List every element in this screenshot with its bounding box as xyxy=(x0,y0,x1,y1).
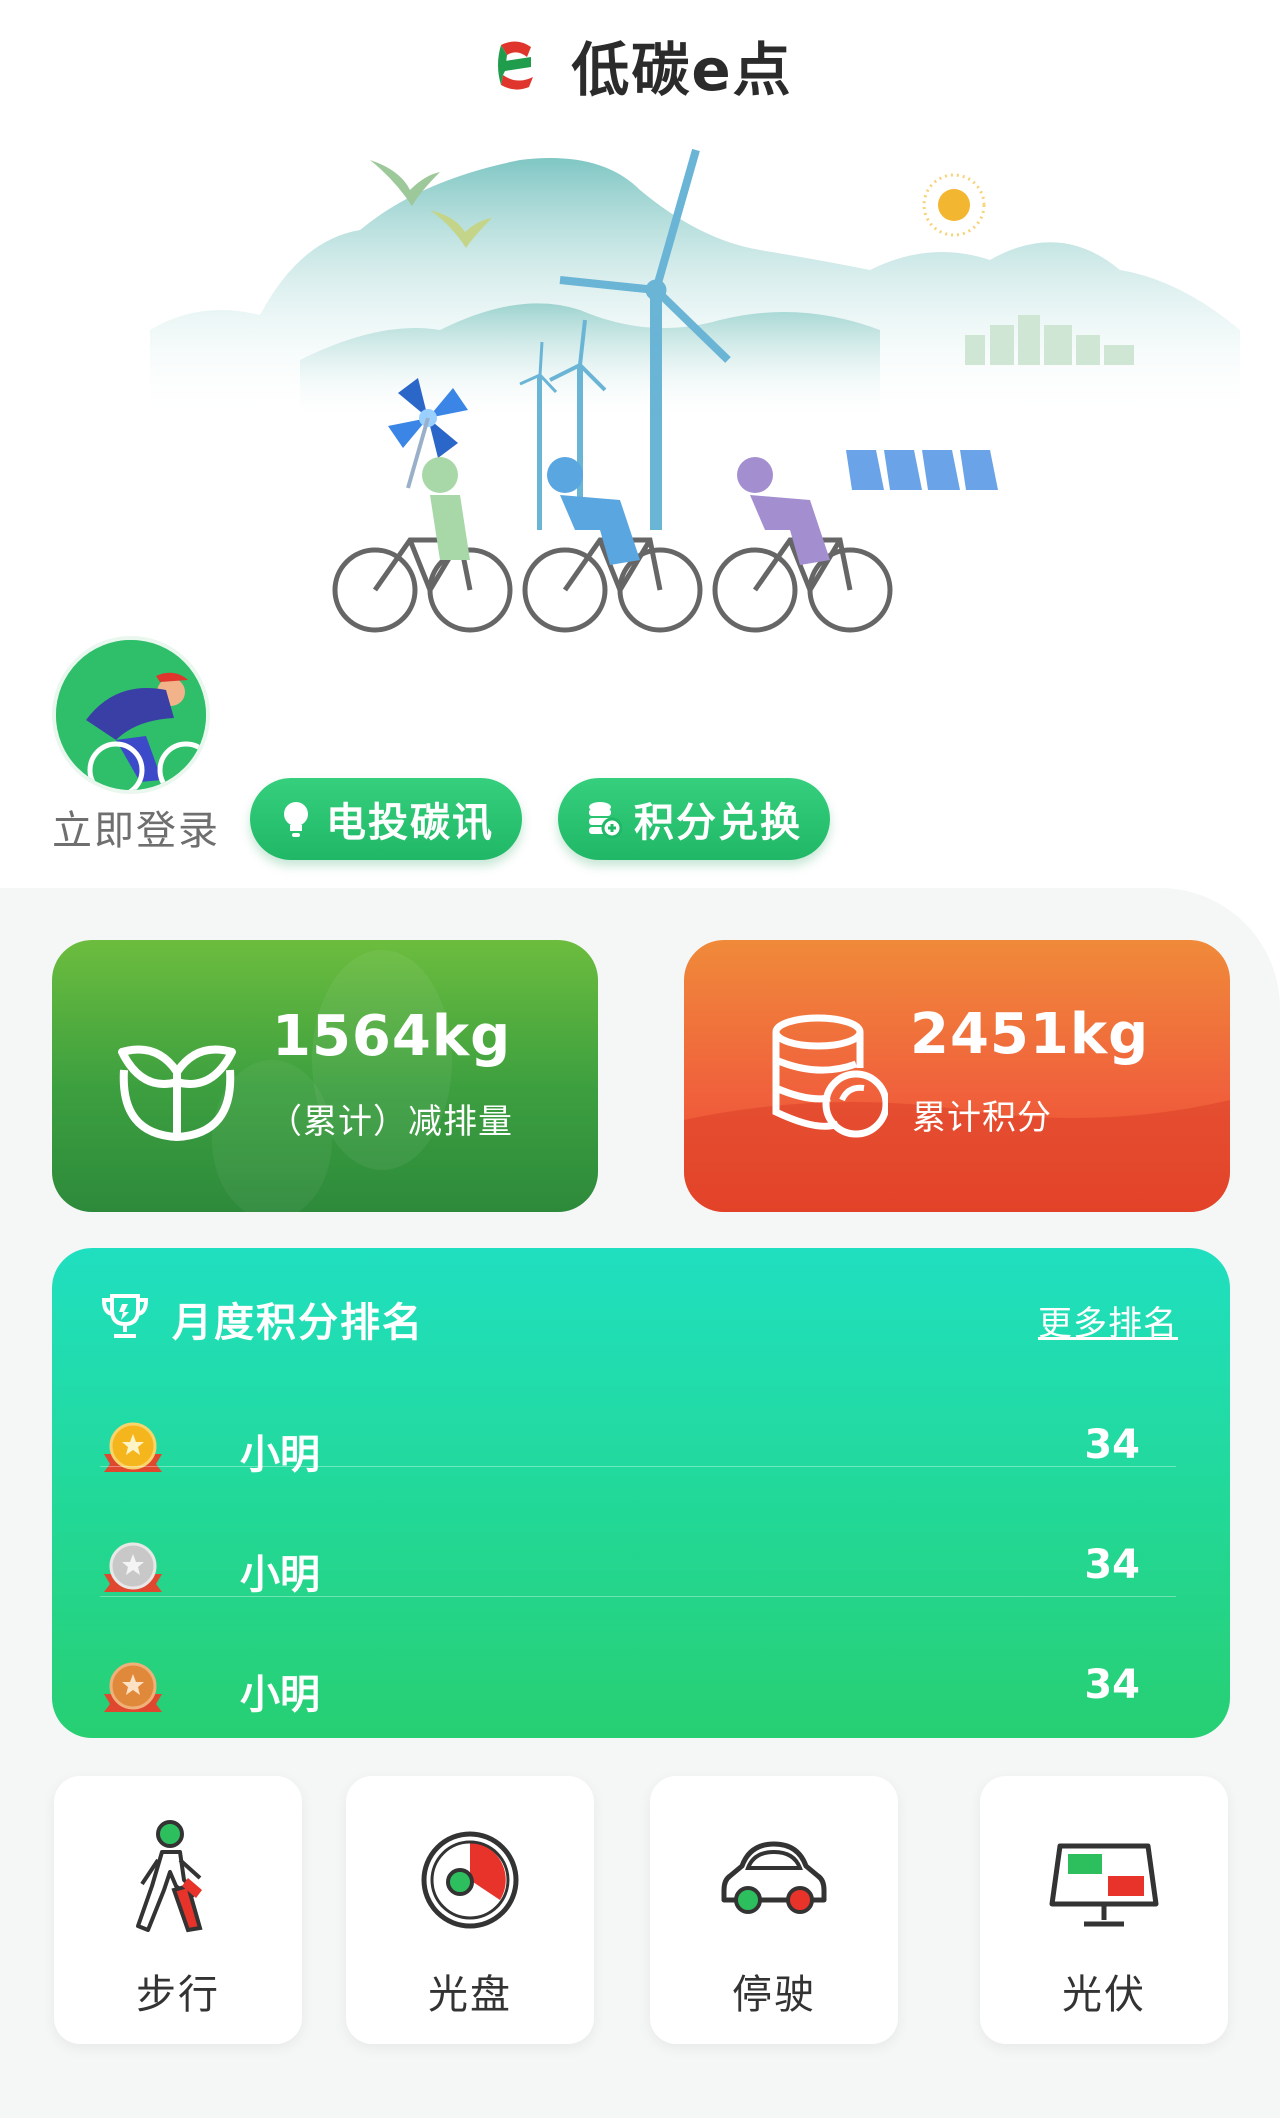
points-card[interactable]: 2451kg 累计积分 xyxy=(684,940,1230,1212)
points-exchange-button[interactable]: 积分兑换 xyxy=(558,778,830,860)
solar-panel-icon xyxy=(1049,1843,1159,1927)
bronze-medal-icon xyxy=(104,1662,162,1712)
ranking-score: 34 xyxy=(1084,1422,1140,1468)
solar-label: 光伏 xyxy=(1062,1972,1146,2018)
points-card-decor xyxy=(684,1100,1230,1212)
stop-driving-action[interactable]: 停驶 xyxy=(650,1776,898,2044)
silver-medal-icon xyxy=(104,1542,162,1592)
ranking-score: 34 xyxy=(1084,1662,1140,1708)
reduction-label: （累计）减排量 xyxy=(268,1102,513,1142)
ranking-divider xyxy=(100,1466,1176,1467)
hero-illustration xyxy=(150,148,1240,633)
walking-icon xyxy=(136,1820,203,1933)
ranking-score: 34 xyxy=(1084,1542,1140,1588)
sprout-icon xyxy=(118,1045,236,1142)
more-ranking-link[interactable]: 更多排名 xyxy=(1038,1296,1178,1345)
solar-action[interactable]: 光伏 xyxy=(980,1776,1228,2044)
points-label: 累计积分 xyxy=(912,1098,1052,1138)
clean-plate-action[interactable]: 光盘 xyxy=(346,1776,594,2044)
avatar-cyclist-image xyxy=(56,640,206,790)
ranking-name: 小明 xyxy=(240,1552,320,1598)
trophy-icon xyxy=(101,1294,149,1338)
walking-action[interactable]: 步行 xyxy=(54,1776,302,2044)
clean-plate-label: 光盘 xyxy=(428,1972,512,2018)
ranking-row[interactable]: 小明 34 xyxy=(100,1388,1180,1508)
ranking-name: 小明 xyxy=(240,1432,320,1478)
car-icon xyxy=(721,1841,827,1914)
reduction-value: 1564kg xyxy=(272,1004,512,1069)
gold-medal-icon xyxy=(104,1422,162,1472)
app-header: 低碳e点 xyxy=(0,0,1280,130)
monthly-ranking-card: 月度积分排名 更多排名 小明 34 小明 34 小明 34 xyxy=(52,1248,1230,1738)
login-link[interactable]: 立即登录 xyxy=(52,798,220,856)
ranking-row[interactable]: 小明 34 xyxy=(100,1628,1180,1748)
lightbulb-icon xyxy=(284,802,308,837)
coin-stack-icon xyxy=(589,802,622,839)
carbon-news-button[interactable]: 电投碳讯 xyxy=(250,778,522,860)
ranking-divider xyxy=(100,1596,1176,1597)
ranking-name: 小明 xyxy=(240,1672,320,1718)
stop-driving-label: 停驶 xyxy=(732,1972,816,2018)
carbon-news-label: 电投碳讯 xyxy=(326,800,494,846)
app-title: 低碳e点 xyxy=(571,36,793,104)
avatar[interactable] xyxy=(52,636,210,794)
points-value: 2451kg xyxy=(910,1002,1150,1067)
reduction-card[interactable]: 1564kg （累计）减排量 xyxy=(52,940,598,1212)
clean-plate-icon xyxy=(421,1831,519,1929)
coins-icon xyxy=(772,1014,888,1138)
app-logo-icon xyxy=(498,41,534,90)
ranking-row[interactable]: 小明 34 xyxy=(100,1508,1180,1628)
ranking-title: 月度积分排名 xyxy=(172,1300,424,1346)
points-exchange-label: 积分兑换 xyxy=(634,800,802,846)
walking-label: 步行 xyxy=(136,1972,220,2018)
